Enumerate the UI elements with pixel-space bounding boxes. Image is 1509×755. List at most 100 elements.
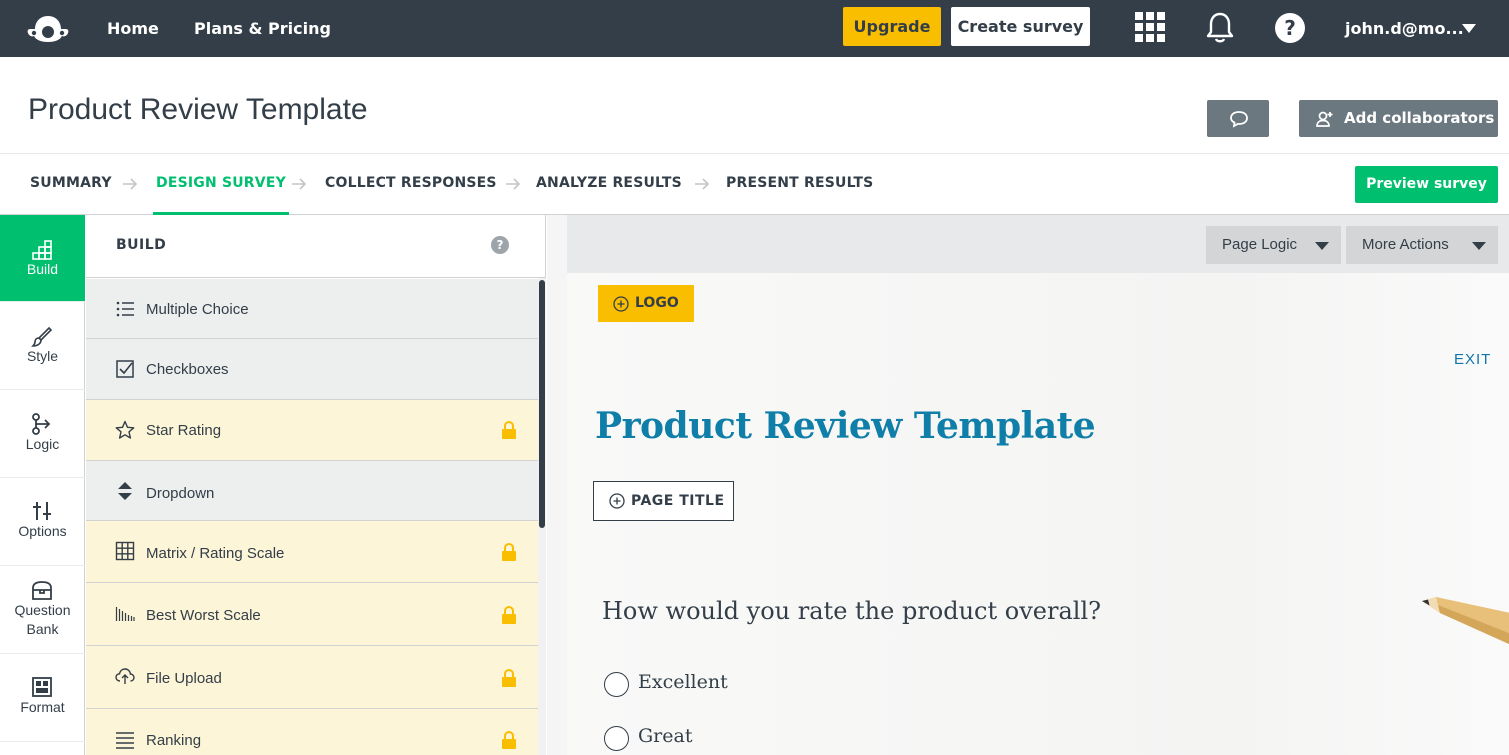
user-account-menu[interactable]: john.d@mo... <box>1345 0 1464 57</box>
plus-circle-icon <box>613 296 629 312</box>
build-panel-scrollbar-thumb[interactable] <box>539 280 545 528</box>
question-type-label: Dropdown <box>146 485 215 502</box>
add-page-title-button[interactable]: PAGE TITLE <box>593 481 734 521</box>
rail-item-options[interactable]: Options <box>0 479 85 566</box>
question-type-matrix-rating-scale[interactable]: Matrix / Rating Scale <box>86 521 538 583</box>
arrow-right-icon <box>292 178 307 190</box>
preview-survey-button[interactable]: Preview survey <box>1355 166 1498 203</box>
rail-item-label: Build <box>26 261 59 277</box>
lock-icon <box>502 420 516 439</box>
exit-link[interactable]: EXIT <box>1454 351 1491 368</box>
rail-item-label: Style <box>26 348 59 364</box>
add-logo-button[interactable]: LOGO <box>598 285 694 322</box>
question-type-best-worst-scale[interactable]: Best Worst Scale <box>86 583 538 646</box>
rail-item-build[interactable]: Build <box>0 215 85 302</box>
sliders-icon <box>33 502 51 520</box>
create-survey-button[interactable]: Create survey <box>951 7 1090 46</box>
add-collaborators-label: Add collaborators <box>1344 109 1495 127</box>
question-type-multiple-choice[interactable]: Multiple Choice <box>86 279 538 339</box>
arrow-right-icon <box>123 178 138 190</box>
star-icon <box>115 420 135 439</box>
plus-circle-icon <box>609 493 625 509</box>
matrix-grid-icon <box>115 541 135 561</box>
caret-down-icon[interactable] <box>1462 24 1476 33</box>
survey-canvas: Page Logic More Actions LOGO EXIT Produc… <box>547 215 1509 755</box>
build-help-icon[interactable]: ? <box>491 236 509 254</box>
cloud-upload-icon <box>115 668 135 684</box>
question-type-star-rating[interactable]: Star Rating <box>86 400 538 461</box>
rail-item-label: Logic <box>25 436 60 452</box>
question-bank-icon <box>32 581 52 600</box>
comments-button[interactable] <box>1207 100 1269 137</box>
question-type-ranking[interactable]: Ranking <box>86 709 538 755</box>
list-icon <box>116 301 134 317</box>
rail-item-label-line1: Question <box>14 602 71 618</box>
format-layout-icon <box>32 677 52 697</box>
step-summary[interactable]: SUMMARY <box>30 154 112 215</box>
answer-option-label: Great <box>638 725 693 747</box>
question-type-label: File Upload <box>146 670 222 687</box>
logic-branch-icon <box>32 413 51 435</box>
question-text[interactable]: How would you rate the product overall? <box>602 597 1101 625</box>
caret-down-icon <box>1472 242 1486 250</box>
step-analyze-results[interactable]: ANALYZE RESULTS <box>536 154 682 215</box>
lock-icon <box>502 730 516 749</box>
question-type-dropdown[interactable]: Dropdown <box>86 461 538 521</box>
lock-icon <box>502 542 516 561</box>
question-type-file-upload[interactable]: File Upload <box>86 646 538 709</box>
comment-bubble-icon <box>1230 111 1248 128</box>
upgrade-button[interactable]: Upgrade <box>843 7 941 46</box>
pencil-decoration-image <box>1422 597 1509 645</box>
survey-page-heading[interactable]: Product Review Template <box>595 405 1096 447</box>
build-panel-header: BUILD ? <box>86 215 546 278</box>
page-logic-label: Page Logic <box>1222 236 1298 253</box>
rail-item-logic[interactable]: Logic <box>0 391 85 478</box>
question-type-label: Multiple Choice <box>146 301 249 318</box>
nav-plans-pricing-link[interactable]: Plans & Pricing <box>194 0 331 57</box>
bell-icon[interactable] <box>1203 11 1237 45</box>
page-logic-dropdown[interactable]: Page Logic <box>1206 226 1341 264</box>
rail-item-label: Format <box>20 699 65 715</box>
survey-page-preview: LOGO EXIT Product Review Template PAGE T… <box>567 273 1509 755</box>
arrow-right-icon <box>695 178 710 190</box>
step-collect-responses[interactable]: COLLECT RESPONSES <box>325 154 497 215</box>
build-panel-title: BUILD <box>116 237 167 253</box>
rail-item-format[interactable]: Format <box>0 655 85 742</box>
survey-title[interactable]: Product Review Template <box>28 93 368 127</box>
question-type-checkboxes[interactable]: Checkboxes <box>86 339 538 400</box>
question-type-label: Ranking <box>146 732 202 749</box>
add-page-title-label: PAGE TITLE <box>631 493 725 509</box>
rail-item-style[interactable]: Style <box>0 303 85 390</box>
help-icon[interactable]: ? <box>1273 11 1307 45</box>
canvas-toolbar: Page Logic More Actions <box>567 215 1509 273</box>
add-collaborators-button[interactable]: Add collaborators <box>1299 100 1498 137</box>
survey-steps-nav: SUMMARY DESIGN SURVEY COLLECT RESPONSES … <box>0 153 1509 215</box>
rail-item-question-bank[interactable]: Question Bank <box>0 567 85 654</box>
rail-item-label-line2: Bank <box>26 621 59 637</box>
surveymonkey-logo-icon[interactable] <box>26 12 70 44</box>
top-navigation-bar: Home Plans & Pricing Upgrade Create surv… <box>0 0 1509 57</box>
question-type-label: Best Worst Scale <box>146 607 261 624</box>
radio-button[interactable] <box>604 672 629 697</box>
radio-button[interactable] <box>604 726 629 751</box>
best-worst-scale-icon <box>115 607 135 621</box>
build-panel: BUILD ? Multiple Choice Checkboxes Star … <box>86 215 546 755</box>
add-user-icon <box>1316 111 1333 127</box>
brush-icon <box>31 326 53 347</box>
step-design-survey[interactable]: DESIGN SURVEY <box>153 154 289 215</box>
step-present-results[interactable]: PRESENT RESULTS <box>726 154 873 215</box>
ranking-lines-icon <box>116 732 134 749</box>
lock-icon <box>502 668 516 687</box>
svg-text:?: ? <box>1284 16 1296 40</box>
apps-grid-icon[interactable] <box>1133 11 1167 45</box>
lock-icon <box>502 605 516 624</box>
arrow-right-icon <box>506 178 521 190</box>
question-type-label: Matrix / Rating Scale <box>146 545 285 562</box>
add-logo-label: LOGO <box>635 295 679 311</box>
question-type-label: Star Rating <box>146 422 222 439</box>
more-actions-dropdown[interactable]: More Actions <box>1346 226 1498 264</box>
caret-down-icon <box>1315 242 1329 250</box>
checkbox-icon <box>116 360 134 378</box>
nav-home-link[interactable]: Home <box>107 0 159 57</box>
more-actions-label: More Actions <box>1362 236 1449 253</box>
